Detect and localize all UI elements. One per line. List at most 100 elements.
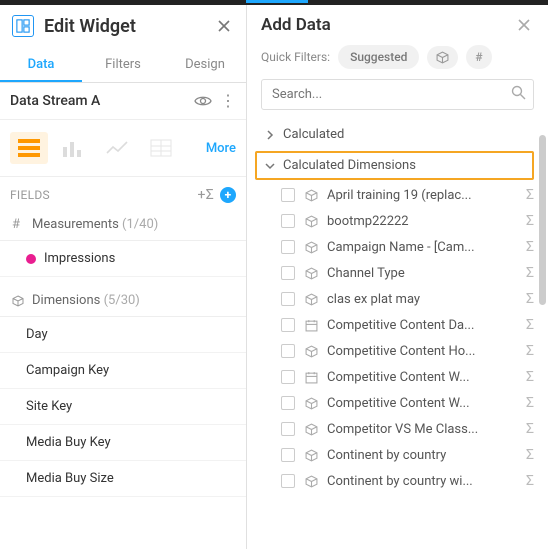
- sigma-icon[interactable]: Σ: [526, 447, 534, 463]
- left-tabs: Data Filters Design: [0, 45, 246, 83]
- available-field[interactable]: Campaign Name - [Cam... Σ: [247, 234, 544, 260]
- dimensions-group[interactable]: Dimensions (5/30): [0, 285, 246, 317]
- field-checkbox[interactable]: [281, 214, 295, 228]
- field-name: Competitive Content W...: [327, 396, 520, 411]
- viz-picker: More: [0, 120, 246, 177]
- available-field[interactable]: Competitor VS Me Class...Σ: [247, 416, 544, 442]
- field-checkbox[interactable]: [281, 240, 295, 254]
- cube-icon: [305, 475, 319, 488]
- field-name: Media Buy Key: [26, 435, 111, 450]
- sigma-icon[interactable]: Σ: [526, 239, 534, 255]
- fields-heading: FIELDS: [10, 188, 191, 202]
- quick-filters-label: Quick Filters:: [261, 50, 330, 64]
- chevron-down-icon: [265, 161, 279, 171]
- field-checkbox[interactable]: [281, 370, 295, 384]
- field-name: April training 19 (replac...: [327, 188, 520, 203]
- visibility-toggle-icon[interactable]: [194, 94, 212, 108]
- panel-title: Edit Widget: [44, 16, 214, 37]
- dimension-item[interactable]: Media Buy Key: [0, 425, 246, 461]
- available-field[interactable]: clas ex plat may Σ: [247, 286, 544, 312]
- sigma-icon[interactable]: Σ: [526, 213, 534, 229]
- dimensions-label: Dimensions: [32, 293, 100, 308]
- group-calculated[interactable]: Calculated: [247, 120, 544, 149]
- available-field[interactable]: April training 19 (replac... Σ: [247, 182, 544, 208]
- cube-icon: [12, 295, 26, 307]
- available-field[interactable]: Competitive Content W... Σ: [247, 390, 544, 416]
- viz-more-link[interactable]: More: [206, 141, 236, 156]
- tab-data[interactable]: Data: [0, 49, 82, 82]
- add-field-button[interactable]: +: [220, 187, 236, 203]
- available-field[interactable]: bootmp22222 Σ: [247, 208, 544, 234]
- group-calculated-dimensions[interactable]: Calculated Dimensions: [255, 151, 534, 180]
- available-field[interactable]: Competitive Content Da...Σ: [247, 312, 544, 338]
- tab-design[interactable]: Design: [164, 49, 246, 82]
- viz-table-icon[interactable]: [142, 132, 180, 164]
- available-field[interactable]: Competitive Content Ho...Σ: [247, 338, 544, 364]
- add-sigma-button[interactable]: +Σ: [197, 187, 214, 203]
- field-checkbox[interactable]: [281, 448, 295, 462]
- available-field[interactable]: Continent by countryΣ: [247, 442, 544, 468]
- cube-icon: [305, 241, 319, 254]
- search-input[interactable]: [261, 79, 534, 110]
- series-color-dot: [26, 254, 36, 264]
- dimension-item[interactable]: Campaign Key: [0, 353, 246, 389]
- dimension-item[interactable]: Site Key: [0, 389, 246, 425]
- cube-icon: [305, 215, 319, 228]
- field-checkbox[interactable]: [281, 422, 295, 436]
- viz-bars-icon[interactable]: [10, 132, 48, 164]
- filter-suggested[interactable]: Suggested: [338, 45, 419, 69]
- hash-icon: #: [12, 217, 26, 232]
- dimension-item[interactable]: Day: [0, 317, 246, 353]
- field-name: bootmp22222: [327, 214, 520, 229]
- available-field[interactable]: Channel Type Σ: [247, 260, 544, 286]
- widget-logo-icon: [12, 15, 34, 37]
- measurements-label: Measurements: [32, 217, 119, 232]
- field-name: Media Buy Size: [26, 471, 114, 486]
- cube-icon: [305, 397, 319, 410]
- field-checkbox[interactable]: [281, 318, 295, 332]
- sigma-icon[interactable]: Σ: [526, 187, 534, 203]
- field-name: clas ex plat may: [327, 292, 520, 307]
- tab-filters[interactable]: Filters: [82, 49, 164, 82]
- group-calculated-label: Calculated: [283, 127, 344, 142]
- field-name: Impressions: [44, 251, 115, 266]
- field-checkbox[interactable]: [281, 474, 295, 488]
- sigma-icon[interactable]: Σ: [526, 473, 534, 489]
- field-name: Channel Type: [327, 266, 520, 281]
- viz-line-icon[interactable]: [98, 132, 136, 164]
- measurements-group[interactable]: # Measurements (1/40): [0, 209, 246, 241]
- available-field[interactable]: Competitive Content W...Σ: [247, 364, 544, 390]
- sigma-icon[interactable]: Σ: [526, 369, 534, 385]
- calendar-icon: [305, 319, 319, 332]
- filter-hash-icon[interactable]: #: [466, 45, 491, 69]
- sigma-icon[interactable]: Σ: [526, 291, 534, 307]
- filter-cube-icon[interactable]: [427, 46, 458, 69]
- add-data-title: Add Data: [261, 15, 514, 35]
- viz-columns-icon[interactable]: [54, 132, 92, 164]
- close-right-panel[interactable]: [514, 15, 534, 35]
- cube-icon: [305, 345, 319, 358]
- field-name: Campaign Key: [26, 363, 109, 378]
- stream-name: Data Stream A: [10, 93, 186, 109]
- sigma-icon[interactable]: Σ: [526, 317, 534, 333]
- right-panel: Add Data Quick Filters: Suggested #: [247, 5, 548, 549]
- sigma-icon[interactable]: Σ: [526, 343, 534, 359]
- stream-more-icon[interactable]: ⋮: [220, 93, 236, 109]
- field-checkbox[interactable]: [281, 188, 295, 202]
- search-icon: [511, 85, 526, 100]
- group-calc-dims-label: Calculated Dimensions: [283, 158, 416, 173]
- field-checkbox[interactable]: [281, 344, 295, 358]
- close-left-panel[interactable]: [214, 16, 234, 36]
- measurements-count: (1/40): [122, 217, 158, 232]
- sigma-icon[interactable]: Σ: [526, 395, 534, 411]
- measurement-item[interactable]: Impressions: [0, 241, 246, 277]
- field-name: Campaign Name - [Cam...: [327, 240, 520, 255]
- field-checkbox[interactable]: [281, 396, 295, 410]
- sigma-icon[interactable]: Σ: [526, 421, 534, 437]
- available-field[interactable]: Continent by country wi...Σ: [247, 468, 544, 494]
- sigma-icon[interactable]: Σ: [526, 265, 534, 281]
- dimension-item[interactable]: Media Buy Size: [0, 461, 246, 497]
- scrollbar[interactable]: [539, 135, 546, 305]
- field-checkbox[interactable]: [281, 292, 295, 306]
- field-checkbox[interactable]: [281, 266, 295, 280]
